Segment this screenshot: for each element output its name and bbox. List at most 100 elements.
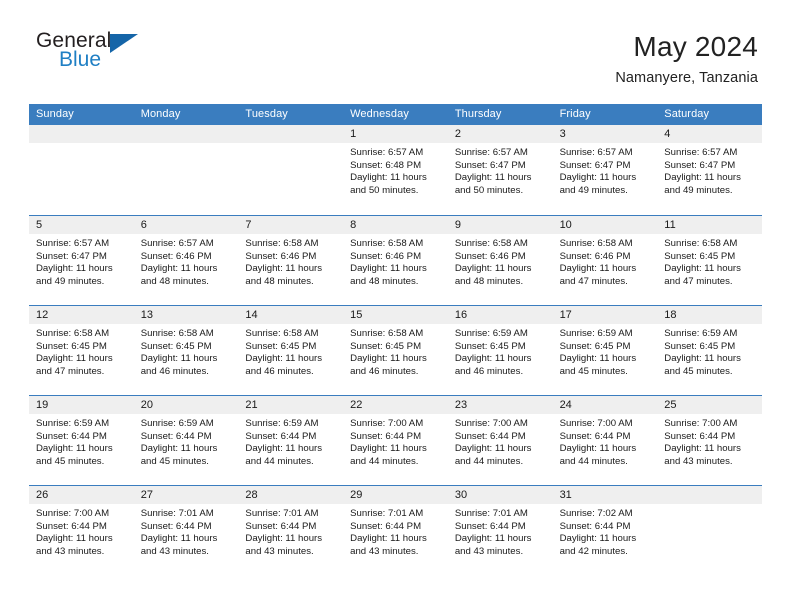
day-cell-3[interactable]: 3 Sunrise: 6:57 AM Sunset: 6:47 PM Daylight… [552,125,658,215]
day-cell-31[interactable]: 31 Sunrise: 7:02 AM Sunset: 6:44 PM Dayligh… [552,486,658,575]
calendar-grid: Sunday Monday Tuesday Wednesday Thursday Frid… [29,104,762,575]
day-detail-line: and 48 minutes. [350,275,419,287]
day-detail-line: Sunset: 6:47 PM [664,159,736,171]
day-detail-line: and 47 minutes. [664,275,733,287]
day-detail-line: Daylight: 11 hours [559,263,637,275]
day-detail-line: and 47 minutes. [559,275,628,287]
day-details: Sunrise: 6:59 AM Sunset: 6:44 PM Daylight:… [134,414,239,468]
day-detail-line: Sunrise: 6:57 AM [140,238,214,249]
day-detail-line: Sunrise: 6:58 AM [559,238,633,249]
day-cell-22[interactable]: 22 Sunrise: 7:00 AM Sunset: 6:44 PM Dayligh… [343,396,448,485]
day-cell-7[interactable]: 7 Sunrise: 6:58 AM Sunset: 6:46 PM Daylight… [238,216,344,305]
day-cell-14[interactable]: 14 Sunrise: 6:58 AM Sunset: 6:45 PM Dayligh… [238,306,344,395]
page-header: General Blue May 2024 Namanyere, Tanzani… [0,0,792,100]
day-cell-6[interactable]: 6 Sunrise: 6:57 AM Sunset: 6:46 PM Daylight… [133,216,239,305]
day-detail-line: Sunrise: 6:58 AM [454,238,528,249]
day-number: 10 [552,216,658,234]
day-cell-4[interactable]: 4 Sunrise: 6:57 AM Sunset: 6:47 PM Daylight… [657,125,762,215]
day-detail-line: Daylight: 11 hours [664,263,741,275]
day-cell-26[interactable]: 26 Sunrise: 7:00 AM Sunset: 6:44 PM Dayligh… [29,486,134,575]
day-cell-30[interactable]: 30 Sunrise: 7:01 AM Sunset: 6:44 PM Dayligh… [447,486,553,575]
day-detail-line: and 48 minutes. [454,275,524,287]
calendar-page: General Blue May 2024 Namanyere, Tanzani… [0,0,792,612]
day-detail-line: Sunrise: 6:57 AM [454,147,528,158]
day-detail-line: Sunrise: 6:58 AM [36,328,110,339]
day-details: Sunrise: 6:58 AM Sunset: 6:46 PM Daylight:… [238,234,343,288]
day-cell-25[interactable]: 25 Sunrise: 7:00 AM Sunset: 6:44 PM Dayligh… [657,396,762,485]
day-cell-2[interactable]: 2 Sunrise: 6:57 AM Sunset: 6:47 PM Daylight… [447,125,553,215]
day-detail-line: Sunrise: 6:59 AM [36,418,110,429]
day-cell-18[interactable]: 18 Sunrise: 6:59 AM Sunset: 6:45 PM Dayligh… [657,306,762,395]
calendar-week-row: 5 Sunrise: 6:57 AM Sunset: 6:47 PM Daylight… [29,215,762,305]
day-cell-17[interactable]: 17 Sunrise: 6:59 AM Sunset: 6:45 PM Dayligh… [552,306,658,395]
day-cell-23[interactable]: 23 Sunrise: 7:00 AM Sunset: 6:44 PM Dayligh… [447,396,553,485]
day-detail-line: Sunset: 6:45 PM [245,340,317,352]
day-number: 2 [447,125,553,143]
day-detail-line: and 43 minutes. [664,455,733,467]
day-detail-line: Sunset: 6:45 PM [559,340,631,352]
day-detail-line: Sunrise: 6:59 AM [559,328,633,339]
day-detail-line: Daylight: 11 hours [454,263,532,275]
day-number: 28 [238,486,344,504]
calendar-week-row: 12 Sunrise: 6:58 AM Sunset: 6:45 PM Dayligh… [29,305,762,395]
day-detail-line: and 43 minutes. [245,545,314,557]
day-cell-5[interactable]: 5 Sunrise: 6:57 AM Sunset: 6:47 PM Daylight… [29,216,134,305]
day-cell-12[interactable]: 12 Sunrise: 6:58 AM Sunset: 6:45 PM Dayligh… [29,306,134,395]
day-cell-8[interactable]: 8 Sunrise: 6:58 AM Sunset: 6:46 PM Daylight… [343,216,448,305]
day-cell-27[interactable]: 27 Sunrise: 7:01 AM Sunset: 6:44 PM Dayligh… [133,486,239,575]
day-detail-line: Sunset: 6:44 PM [36,520,107,532]
day-detail-line: and 43 minutes. [36,545,105,557]
day-details: Sunrise: 7:00 AM Sunset: 6:44 PM Daylight:… [448,414,553,468]
day-cell-empty [657,486,762,575]
day-number: 9 [447,216,553,234]
day-detail-line: and 50 minutes. [350,184,419,196]
day-detail-line: Daylight: 11 hours [664,172,741,184]
day-detail-line: Daylight: 11 hours [559,172,637,184]
day-number: 23 [447,396,553,414]
day-detail-line: and 46 minutes. [245,365,314,377]
day-details: Sunrise: 7:00 AM Sunset: 6:44 PM Daylight:… [343,414,448,468]
day-cell-10[interactable]: 10 Sunrise: 6:58 AM Sunset: 6:46 PM Dayligh… [552,216,658,305]
day-detail-line: Sunset: 6:48 PM [350,159,422,171]
day-cell-24[interactable]: 24 Sunrise: 7:00 AM Sunset: 6:44 PM Dayligh… [552,396,658,485]
day-details: Sunrise: 6:57 AM Sunset: 6:47 PM Daylight:… [29,234,134,288]
day-cell-28[interactable]: 28 Sunrise: 7:01 AM Sunset: 6:44 PM Dayligh… [238,486,344,575]
day-details: Sunrise: 7:00 AM Sunset: 6:44 PM Daylight:… [553,414,658,468]
day-details: Sunrise: 6:58 AM Sunset: 6:46 PM Daylight:… [553,234,658,288]
day-number: 20 [133,396,239,414]
day-detail-line: Daylight: 11 hours [350,533,427,545]
day-detail-line: Sunset: 6:44 PM [245,430,317,442]
day-cell-19[interactable]: 19 Sunrise: 6:59 AM Sunset: 6:44 PM Dayligh… [29,396,134,485]
day-detail-line: Sunset: 6:44 PM [454,520,526,532]
day-detail-line: Daylight: 11 hours [454,443,532,455]
day-number: 18 [657,306,762,324]
day-cell-13[interactable]: 13 Sunrise: 6:58 AM Sunset: 6:45 PM Dayligh… [133,306,239,395]
day-details: Sunrise: 6:57 AM Sunset: 6:47 PM Daylight:… [657,143,762,197]
day-detail-line: Sunrise: 7:01 AM [245,508,319,519]
day-details: Sunrise: 6:58 AM Sunset: 6:45 PM Daylight:… [657,234,762,288]
day-details: Sunrise: 7:01 AM Sunset: 6:44 PM Daylight:… [134,504,239,558]
day-cell-16[interactable]: 16 Sunrise: 6:59 AM Sunset: 6:45 PM Dayligh… [447,306,553,395]
day-details [657,504,762,508]
day-detail-line: Sunrise: 7:02 AM [559,508,633,519]
day-number: 25 [657,396,762,414]
generalblue-logo[interactable]: General Blue [36,30,151,80]
day-cell-11[interactable]: 11 Sunrise: 6:58 AM Sunset: 6:45 PM Dayligh… [657,216,762,305]
day-cell-20[interactable]: 20 Sunrise: 6:59 AM Sunset: 6:44 PM Dayligh… [133,396,239,485]
day-detail-line: Sunset: 6:44 PM [454,430,526,442]
day-details [238,143,343,147]
day-cell-15[interactable]: 15 Sunrise: 6:58 AM Sunset: 6:45 PM Dayligh… [343,306,448,395]
day-details: Sunrise: 7:01 AM Sunset: 6:44 PM Daylight:… [448,504,553,558]
weekday-header-tuesday: Tuesday [245,108,288,120]
day-cell-1[interactable]: 1 Sunrise: 6:57 AM Sunset: 6:48 PM Daylight… [343,125,448,215]
day-detail-line: Sunset: 6:45 PM [454,340,526,352]
day-detail-line: Daylight: 11 hours [559,353,637,365]
title-block: May 2024 Namanyere, Tanzania [615,30,758,86]
day-detail-line: Daylight: 11 hours [350,263,427,275]
day-cell-29[interactable]: 29 Sunrise: 7:01 AM Sunset: 6:44 PM Dayligh… [343,486,448,575]
day-detail-line: Sunrise: 6:59 AM [140,418,214,429]
day-cell-9[interactable]: 9 Sunrise: 6:58 AM Sunset: 6:46 PM Daylight… [447,216,553,305]
day-detail-line: Daylight: 11 hours [245,533,323,545]
day-cell-21[interactable]: 21 Sunrise: 6:59 AM Sunset: 6:44 PM Dayligh… [238,396,344,485]
day-number [133,125,239,143]
